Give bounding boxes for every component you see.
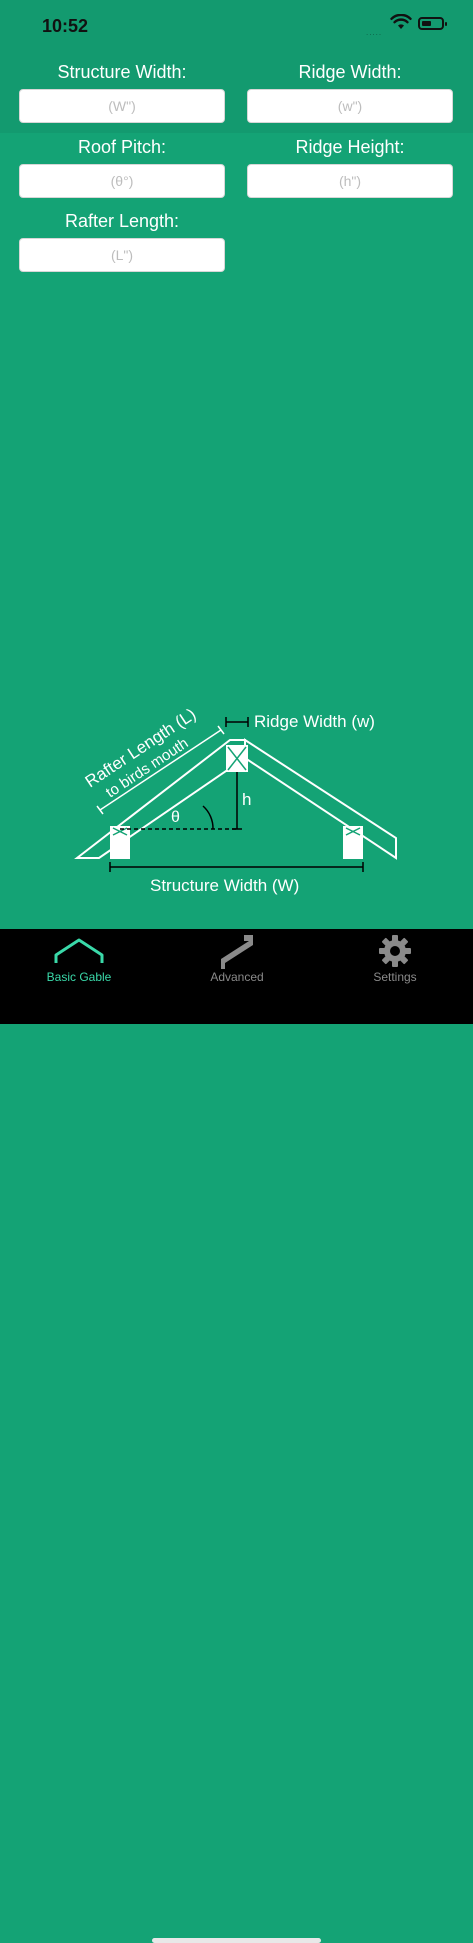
ridge-height-input[interactable]: (h") [247,164,453,198]
structure-width-input[interactable]: (W") [19,89,225,123]
height-dim-label: h [242,790,251,809]
structure-width-label: Structure Width: [57,62,187,82]
roof-pitch-input[interactable]: (θ°) [19,164,225,198]
rafter-length-label: Rafter Length: [64,211,180,231]
tab-bar: Basic Gable Advanced Settings [0,929,473,1943]
roof-pitch-label: Roof Pitch: [77,137,167,157]
rafter-length-input[interactable]: (L") [19,238,225,272]
tab-advanced[interactable]: Advanced [158,929,316,999]
signal-icon: ..... [366,28,383,37]
wifi-icon [390,14,412,29]
ridge-width-label: Ridge Width: [298,62,402,82]
tab-settings[interactable]: Settings [316,929,473,999]
gable-roof-icon [54,938,104,963]
ridge-width-input[interactable]: (w") [247,89,453,123]
status-bar: 10:52 ..... [0,0,473,55]
tab-label: Basic Gable [46,970,112,984]
ridge-width-dim-label: Ridge Width (w) [254,712,375,731]
tab-label: Settings [373,970,417,984]
status-time: 10:52 [42,16,89,36]
tab-basic-gable[interactable]: Basic Gable [0,929,158,999]
rafter-icon [221,935,253,969]
home-indicator [152,1938,321,1943]
structure-width-dim-label: Structure Width (W) [150,876,299,895]
battery-icon [418,17,447,30]
tab-label: Advanced [210,970,264,984]
gable-roof-diagram: Ridge Width (w) h θ Structure Width (W) … [74,705,397,895]
gear-icon [379,935,411,967]
ridge-height-label: Ridge Height: [295,137,405,157]
angle-label: θ [171,809,180,826]
